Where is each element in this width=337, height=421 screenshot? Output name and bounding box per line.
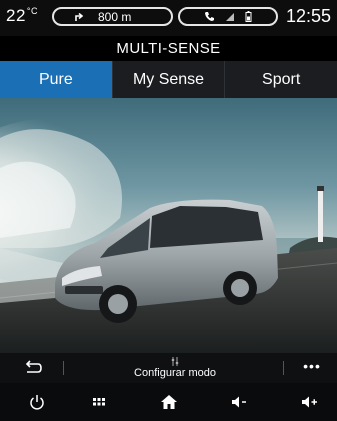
configure-mode-button[interactable]: Configurar modo <box>110 357 240 381</box>
phone-icon <box>205 12 214 21</box>
clock: 12:55 <box>285 6 331 26</box>
volume-up-icon[interactable] <box>298 393 320 411</box>
apps-grid-icon[interactable] <box>88 393 110 411</box>
outside-temperature: 22°C <box>6 6 38 26</box>
divider <box>283 361 284 375</box>
configure-mode-label: Configurar modo <box>134 367 216 379</box>
bottom-nav-bar <box>0 383 337 421</box>
signal-strength-icon <box>226 12 234 21</box>
navigation-widget[interactable]: 800 m <box>52 7 173 26</box>
nav-distance: 800 m <box>98 9 132 24</box>
status-bar: 22°C 800 m 12:55 <box>0 0 337 36</box>
page-title: MULTI-SENSE <box>0 36 337 61</box>
phone-widget[interactable] <box>178 7 278 26</box>
tab-my-sense[interactable]: My Sense <box>111 61 225 98</box>
back-arrow-icon[interactable] <box>22 359 44 377</box>
power-icon[interactable] <box>26 393 48 411</box>
mode-tabs: Pure My Sense Sport <box>0 61 337 98</box>
tab-sport[interactable]: Sport <box>224 61 337 98</box>
settings-sliders-icon <box>171 357 179 366</box>
battery-icon <box>245 11 252 22</box>
divider <box>63 361 64 375</box>
bottom-toolbar: Configurar modo ••• <box>0 353 337 383</box>
home-icon[interactable] <box>158 393 180 411</box>
tab-pure[interactable]: Pure <box>0 61 112 98</box>
temperature-unit: °C <box>26 6 39 16</box>
more-options-button[interactable]: ••• <box>300 358 324 376</box>
volume-down-icon[interactable] <box>228 393 250 411</box>
temperature-value: 22 <box>6 6 26 25</box>
car-mode-illustration <box>0 98 337 353</box>
turn-arrow-icon <box>75 12 84 21</box>
